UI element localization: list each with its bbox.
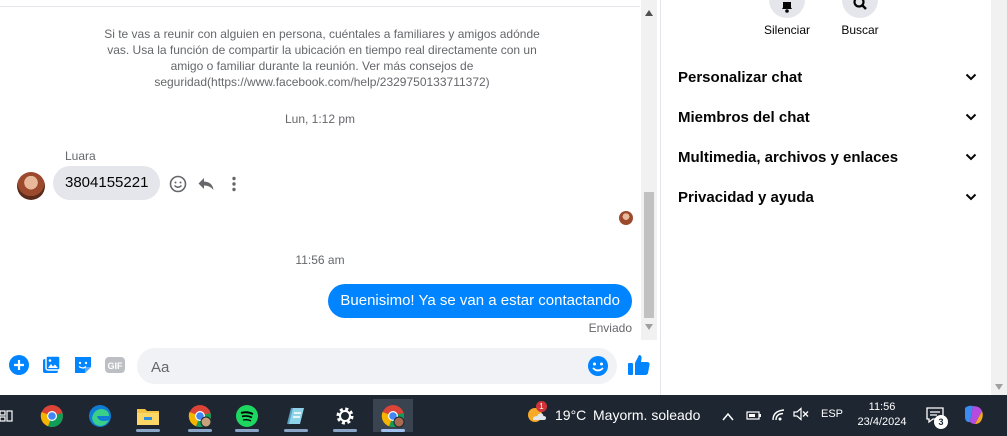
chevron-down-icon [965,153,977,161]
active-indicator [284,429,308,432]
weather-temp[interactable]: 19°C [555,407,586,423]
scroll-down-arrow-icon[interactable] [645,324,653,330]
message-actions [168,174,244,194]
details-scrollbar[interactable] [991,0,1007,395]
reply-icon[interactable] [196,174,216,194]
search-label[interactable]: Buscar [820,23,900,37]
react-emoji-icon[interactable] [168,174,188,194]
sent-status: Enviado [588,321,632,335]
language-indicator[interactable]: ESP [821,408,843,420]
notification-count-badge: 3 [934,415,948,429]
task-view-icon[interactable] [0,399,26,432]
weather-desc[interactable]: Mayorm. soleado [593,407,700,423]
chevron-down-icon [965,73,977,81]
mute-label[interactable]: Silenciar [747,23,827,37]
safety-notice[interactable]: Si te vas a reunir con alguien en person… [92,26,552,90]
taskbar: 1 19°C Mayorm. soleado ESP 11:56 23/4/20… [0,395,1007,436]
bell-icon [782,2,792,13]
sticker-icon[interactable] [72,354,94,376]
clock-date: 23/4/2024 [857,416,907,428]
section-label: Miembros del chat [678,108,810,126]
active-indicator [381,429,405,432]
sender-name: Luara [65,149,96,163]
read-receipt-avatar [619,211,633,225]
search-icon [853,0,867,10]
settings-gear-icon[interactable] [325,399,365,432]
chrome-active-window-icon[interactable] [373,399,413,432]
incoming-message[interactable]: 3804155221 [53,166,161,200]
chevron-up-icon[interactable] [722,409,734,427]
wifi-icon[interactable] [771,407,787,426]
chevron-down-icon [965,113,977,121]
composer: GIF [0,340,660,395]
chat-details-pane: Silenciar Buscar Personalizar chat Miemb… [661,0,991,395]
timestamp: 11:56 am [295,253,345,267]
active-indicator [136,429,160,432]
clock-time: 11:56 [868,401,896,413]
scroll-down-arrow-icon[interactable] [995,384,1003,390]
volume-muted-icon[interactable] [793,407,809,426]
chrome-profile-icon[interactable] [180,399,220,432]
active-indicator [333,429,357,432]
weather-badge: 1 [536,401,547,412]
copilot-icon[interactable] [962,404,986,431]
message-input[interactable] [149,348,583,386]
like-icon[interactable] [626,352,652,378]
active-indicator [235,429,259,432]
file-explorer-icon[interactable] [128,399,168,432]
section-customize-chat[interactable]: Personalizar chat [678,57,978,97]
chrome-icon[interactable] [32,399,72,432]
scroll-thumb[interactable] [644,192,654,318]
gif-icon[interactable]: GIF [104,354,126,376]
section-label: Privacidad y ayuda [678,188,814,206]
emoji-icon[interactable] [587,355,609,377]
outgoing-message[interactable]: Buenisimo! Ya se van a estar contactando [328,284,632,318]
chat-pane: Si te vas a reunir con alguien en person… [0,0,640,340]
mute-button[interactable] [769,0,805,18]
active-indicator [188,429,212,432]
section-label: Multimedia, archivos y enlaces [678,148,899,166]
gallery-icon[interactable] [40,354,62,376]
avatar[interactable] [17,172,45,200]
message-input-box[interactable] [137,348,617,386]
chat-scrollbar[interactable] [641,0,657,340]
section-privacy-help[interactable]: Privacidad y ayuda [678,177,978,217]
hardware-icon[interactable] [746,408,762,426]
svg-text:GIF: GIF [108,361,124,371]
section-label: Personalizar chat [678,68,803,86]
spotify-icon[interactable] [227,399,267,432]
chat-header-edge [0,0,640,7]
scroll-up-arrow-icon[interactable] [645,10,653,16]
chevron-down-icon [965,193,977,201]
notes-app-icon[interactable] [276,399,316,432]
search-button[interactable] [842,0,878,18]
clock[interactable]: 11:56 23/4/2024 [848,400,916,430]
edge-icon[interactable] [80,399,120,432]
more-options-icon[interactable] [224,174,244,194]
section-media-files-links[interactable]: Multimedia, archivos y enlaces [678,137,978,177]
plus-circle-icon[interactable] [8,354,30,376]
section-chat-members[interactable]: Miembros del chat [678,97,978,137]
timestamp: Lun, 1:12 pm [284,112,356,126]
